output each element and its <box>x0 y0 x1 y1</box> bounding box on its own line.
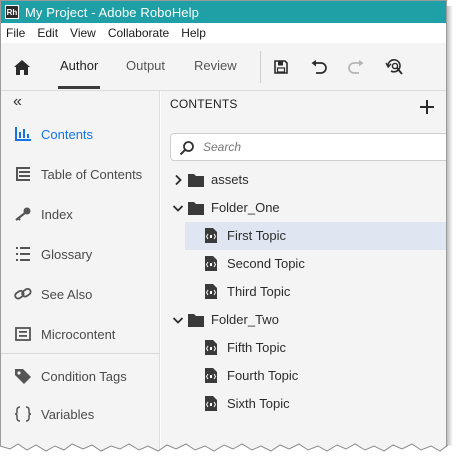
topic-file-icon <box>205 368 217 383</box>
sidebar-item-label: Index <box>41 206 73 222</box>
home-icon <box>14 59 30 75</box>
folder-icon <box>188 174 204 187</box>
collapse-panel-button[interactable]: « <box>13 93 22 111</box>
topic-file-icon <box>205 228 217 243</box>
plus-icon <box>420 100 434 114</box>
tree-topic-second-topic[interactable]: Second Topic <box>161 250 446 278</box>
menu-collaborate[interactable]: Collaborate <box>108 26 169 40</box>
contents-panel: CONTENTS assets <box>161 91 446 451</box>
tab-output[interactable]: Output <box>126 58 165 73</box>
sidebar-item-index[interactable]: Index <box>1 200 160 228</box>
tree-label: First Topic <box>227 228 286 243</box>
chevron-right-icon[interactable] <box>172 174 184 186</box>
undo-icon <box>311 60 327 74</box>
sidebar-item-label: Microcontent <box>41 326 116 342</box>
tree-label: Third Topic <box>227 284 291 299</box>
sidebar-item-glossary[interactable]: Glossary <box>1 240 160 268</box>
menu-file[interactable]: File <box>6 26 25 40</box>
review-search-button[interactable] <box>384 56 406 78</box>
contents-icon <box>13 124 33 144</box>
tree-label: Second Topic <box>227 256 305 271</box>
window-title: My Project - Adobe RoboHelp <box>25 4 199 20</box>
app-window: Rh My Project - Adobe RoboHelp File Edit… <box>0 0 447 452</box>
search-field[interactable] <box>170 133 446 161</box>
topic-file-icon <box>205 340 217 355</box>
folder-icon <box>188 202 204 215</box>
left-panel: « Contents Table of Contents Index Gloss… <box>1 91 160 451</box>
active-tab-indicator <box>58 86 100 89</box>
tree-label: Folder_Two <box>211 312 279 327</box>
sidebar-divider <box>1 353 160 354</box>
review-search-icon <box>385 59 403 75</box>
microcontent-icon <box>13 324 33 344</box>
toolbar: Author Output Review <box>1 43 446 91</box>
torn-edge-decoration <box>0 443 459 464</box>
tree-label: assets <box>211 172 249 187</box>
sidebar-item-label: Condition Tags <box>41 368 127 384</box>
redo-button[interactable] <box>345 56 367 78</box>
sidebar-item-condition-tags[interactable]: Condition Tags <box>1 362 160 390</box>
key-icon <box>13 204 33 224</box>
redo-icon <box>348 60 364 74</box>
topic-file-icon <box>205 256 217 271</box>
menu-bar: File Edit View Collaborate Help <box>1 23 446 43</box>
window-shadow-right <box>447 6 453 456</box>
tree-topic-sixth-topic[interactable]: Sixth Topic <box>161 390 446 418</box>
tree-folder-folder-two[interactable]: Folder_Two <box>161 306 446 334</box>
panel-title: CONTENTS <box>170 97 238 111</box>
menu-view[interactable]: View <box>70 26 96 40</box>
menu-help[interactable]: Help <box>181 26 206 40</box>
tree-folder-folder-one[interactable]: Folder_One <box>161 194 446 222</box>
home-button[interactable] <box>11 56 33 78</box>
add-button[interactable] <box>419 99 435 115</box>
search-icon <box>179 141 194 156</box>
search-input[interactable] <box>203 138 443 156</box>
robohelp-app-icon: Rh <box>5 5 19 19</box>
sidebar-item-label: See Also <box>41 286 93 302</box>
braces-icon <box>13 404 33 424</box>
link-icon <box>13 284 33 304</box>
title-bar: Rh My Project - Adobe RoboHelp <box>1 1 446 23</box>
toolbar-divider <box>260 51 261 83</box>
topic-file-icon <box>205 284 217 299</box>
tab-author[interactable]: Author <box>60 58 98 73</box>
menu-edit[interactable]: Edit <box>37 26 58 40</box>
sidebar-item-microcontent[interactable]: Microcontent <box>1 320 160 348</box>
sidebar-item-label: Variables <box>41 406 95 422</box>
chevron-down-icon[interactable] <box>172 314 184 326</box>
tree-label: Folder_One <box>211 200 280 215</box>
tree-topic-first-topic[interactable]: First Topic <box>185 222 446 250</box>
tree-topic-fifth-topic[interactable]: Fifth Topic <box>161 334 446 362</box>
sidebar-item-contents[interactable]: Contents <box>1 120 160 148</box>
chevron-down-icon[interactable] <box>172 202 184 214</box>
sidebar-item-variables[interactable]: Variables <box>1 400 160 428</box>
toc-icon <box>13 164 33 184</box>
undo-button[interactable] <box>308 56 330 78</box>
tab-review[interactable]: Review <box>194 58 237 73</box>
tree-label: Fifth Topic <box>227 340 287 355</box>
tree-topic-third-topic[interactable]: Third Topic <box>161 278 446 306</box>
folder-icon <box>188 314 204 327</box>
save-button[interactable] <box>270 56 292 78</box>
sidebar-item-label: Contents <box>41 126 94 142</box>
tree-label: Fourth Topic <box>227 368 299 383</box>
sidebar-item-table-of-contents[interactable]: Table of Contents <box>1 160 160 188</box>
tree-topic-fourth-topic[interactable]: Fourth Topic <box>161 362 446 390</box>
sidebar-item-see-also[interactable]: See Also <box>1 280 160 308</box>
sidebar-item-label: Glossary <box>41 246 93 262</box>
sidebar-item-label: Table of Contents <box>41 166 143 182</box>
tag-icon <box>13 366 33 386</box>
glossary-icon <box>13 244 33 264</box>
topic-file-icon <box>205 396 217 411</box>
tree-label: Sixth Topic <box>227 396 290 411</box>
tree-folder-assets[interactable]: assets <box>161 166 446 194</box>
save-icon <box>274 60 288 74</box>
